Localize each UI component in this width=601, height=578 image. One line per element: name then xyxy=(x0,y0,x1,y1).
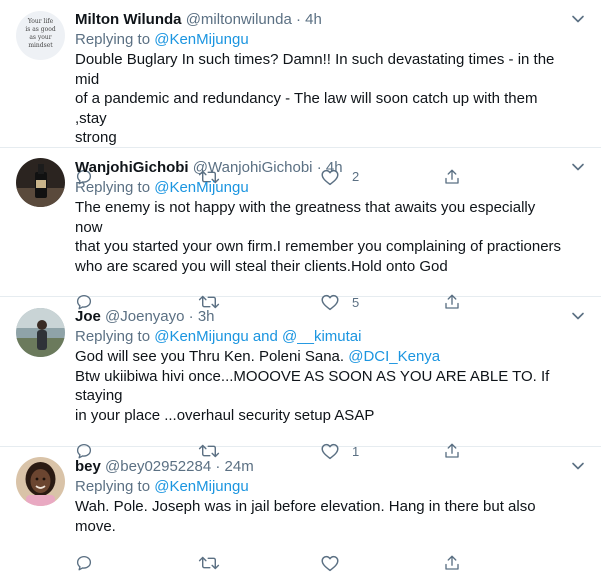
display-name[interactable]: Joe xyxy=(75,308,101,325)
mention-link[interactable]: @__kimutai xyxy=(282,328,361,345)
tweet-actions xyxy=(75,548,565,578)
chevron-down-icon[interactable] xyxy=(571,309,585,323)
tweet[interactable]: bey @bey02952284 · 24m Replying to @KenM… xyxy=(0,447,601,572)
avatar[interactable] xyxy=(16,457,65,506)
reply-feed: Your life is as good as your mindset Mil… xyxy=(0,0,601,572)
tweet-text-line: that you started your own firm.I remembe… xyxy=(75,238,562,255)
timestamp[interactable]: 24m xyxy=(225,458,254,475)
separator-dot: · xyxy=(316,159,322,176)
tweet-text-line: Double Buglary In such times? Damn!! In … xyxy=(75,51,555,88)
mention-link[interactable]: @DCI_Kenya xyxy=(348,348,440,365)
avatar[interactable]: Your life is as good as your mindset xyxy=(16,11,65,60)
tweet-header: WanjohiGichobi @WanjohiGichobi · 4h xyxy=(75,158,565,177)
svg-text:as your: as your xyxy=(29,34,51,41)
timestamp[interactable]: 3h xyxy=(198,308,215,325)
tweet-text-line: in your place ...overhaul security setup… xyxy=(75,406,375,424)
avatar[interactable] xyxy=(16,308,65,357)
user-handle[interactable]: @miltonwilunda xyxy=(186,11,292,28)
tweet[interactable]: WanjohiGichobi @WanjohiGichobi · 4h Repl… xyxy=(0,148,601,311)
user-handle[interactable]: @Joenyayo xyxy=(105,308,184,325)
reply-icon xyxy=(76,555,92,571)
replying-to: Replying to @KenMijungu and @__kimutai xyxy=(75,327,565,347)
replying-to: Replying to @KenMijungu xyxy=(75,178,565,198)
mention-link[interactable]: @KenMijungu xyxy=(154,328,248,345)
timestamp[interactable]: 4h xyxy=(305,11,322,28)
mention-link[interactable]: @KenMijungu xyxy=(154,31,248,48)
svg-text:Your life: Your life xyxy=(27,18,54,25)
tweet-text-line: Wah. Pole. Joseph was in jail before ele… xyxy=(75,498,536,535)
tweet-text: God will see you Thru Ken. Poleni Sana. … xyxy=(75,347,565,425)
avatar[interactable] xyxy=(16,158,65,207)
replying-label: Replying to xyxy=(75,328,151,345)
tweet-header: Joe @Joenyayo · 3h xyxy=(75,307,565,326)
tweet-text-line: who are scared you will steal their clie… xyxy=(75,257,448,275)
retweet-button[interactable] xyxy=(198,554,321,572)
tweet-text: The enemy is not happy with the greatnes… xyxy=(75,198,565,276)
mention-separator: and xyxy=(248,328,283,345)
tweet-text-segment: God will see you Thru Ken. Poleni Sana. xyxy=(75,348,349,365)
tweet[interactable]: Your life is as good as your mindset Mil… xyxy=(0,0,601,185)
tweet-header: Milton Wilunda @miltonwilunda · 4h xyxy=(75,10,565,29)
chevron-down-icon[interactable] xyxy=(571,459,585,473)
chevron-down-icon[interactable] xyxy=(571,12,585,26)
replying-to: Replying to @KenMijungu xyxy=(75,30,565,50)
separator-dot: · xyxy=(188,308,194,325)
separator-dot: · xyxy=(215,458,221,475)
display-name[interactable]: bey xyxy=(75,458,101,475)
tweet-text-line: God will see you Thru Ken. Poleni Sana. … xyxy=(75,347,565,367)
heart-icon xyxy=(321,555,339,572)
tweet-text-line: Btw ukiibiwa hivi once...MOOOVE AS SOON … xyxy=(75,367,550,405)
replying-to: Replying to @KenMijungu xyxy=(75,477,565,497)
tweet-text-line: The enemy is not happy with the greatnes… xyxy=(75,199,536,236)
display-name[interactable]: Milton Wilunda xyxy=(75,11,182,28)
svg-text:mindset: mindset xyxy=(28,42,53,49)
mention-link[interactable]: @KenMijungu xyxy=(154,179,248,196)
tweet-header: bey @bey02952284 · 24m xyxy=(75,457,565,476)
replying-label: Replying to xyxy=(75,179,151,196)
timestamp[interactable]: 4h xyxy=(326,159,343,176)
reply-button[interactable] xyxy=(75,554,198,572)
share-icon xyxy=(444,555,459,570)
replying-label: Replying to xyxy=(75,31,151,48)
tweet-text: Double Buglary In such times? Damn!! In … xyxy=(75,50,565,148)
retweet-icon xyxy=(198,556,219,570)
share-button[interactable] xyxy=(443,554,566,572)
display-name[interactable]: WanjohiGichobi xyxy=(75,159,189,176)
separator-dot: · xyxy=(295,11,301,28)
replying-label: Replying to xyxy=(75,478,151,495)
svg-text:is as good: is as good xyxy=(25,26,56,33)
user-handle[interactable]: @bey02952284 xyxy=(105,458,211,475)
tweet[interactable]: Joe @Joenyayo · 3h Replying to @KenMijun… xyxy=(0,297,601,460)
tweet-text-line: of a pandemic and redundancy - The law w… xyxy=(75,90,538,127)
tweet-text-line: strong xyxy=(75,129,117,146)
like-button[interactable] xyxy=(320,554,443,572)
tweet-text: Wah. Pole. Joseph was in jail before ele… xyxy=(75,497,565,536)
chevron-down-icon[interactable] xyxy=(571,160,585,174)
user-handle[interactable]: @WanjohiGichobi xyxy=(193,159,313,176)
mention-link[interactable]: @KenMijungu xyxy=(154,478,248,495)
